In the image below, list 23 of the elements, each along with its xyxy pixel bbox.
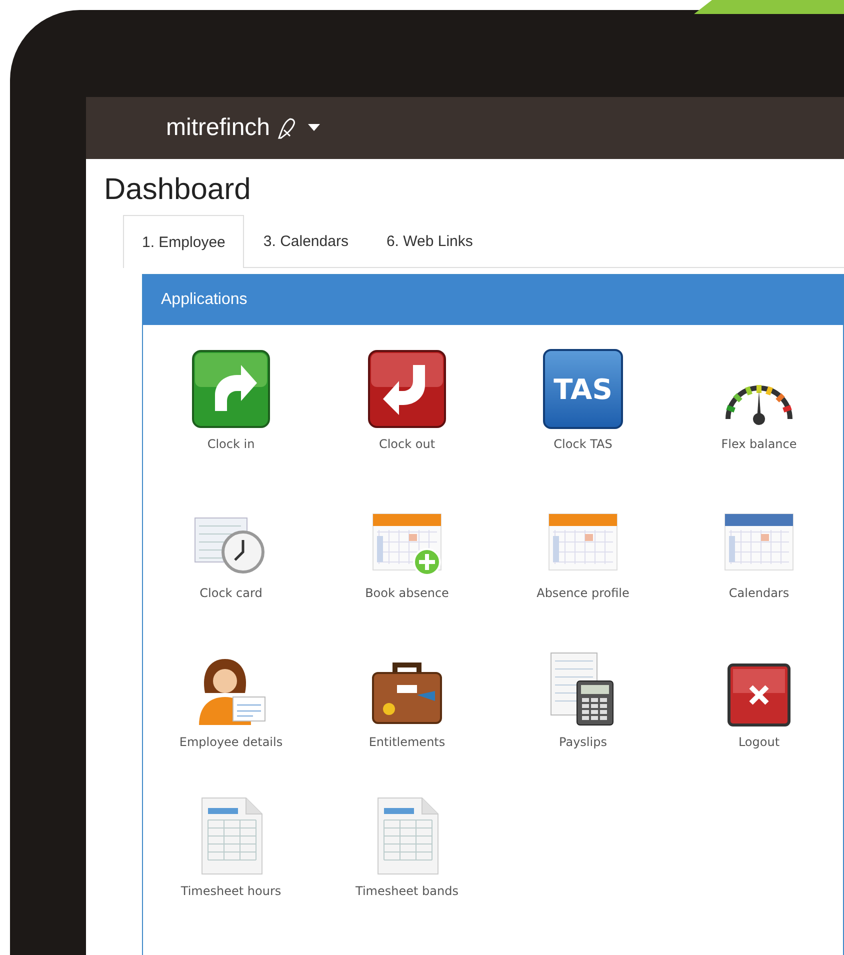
caret-icon[interactable] [308, 124, 320, 132]
brand-logo[interactable]: mitrefinch [166, 114, 270, 142]
app-tile[interactable]: Timesheet hours [143, 794, 319, 943]
app-tile[interactable]: Logout [671, 645, 844, 794]
app-tile[interactable]: Entitlements [319, 645, 495, 794]
app-tile[interactable]: Calendars [671, 496, 844, 645]
app-tile[interactable]: Clock in [143, 347, 319, 496]
tab[interactable]: 3. Calendars [244, 215, 368, 267]
page-title: Dashboard [103, 172, 252, 207]
app-tile[interactable]: Clock card [143, 496, 319, 645]
tab[interactable]: 1. Employee [123, 215, 244, 268]
tas-icon: TAS [543, 349, 623, 429]
app-tile[interactable]: Flex balance [671, 347, 844, 496]
close-icon [727, 663, 791, 727]
app-tile[interactable]: Absence profile [495, 496, 671, 645]
app-tile[interactable]: Clock out [319, 347, 495, 496]
app-tile[interactable]: Timesheet bands [319, 794, 495, 943]
app-tile[interactable]: TAS Clock TAS [495, 347, 671, 496]
panel-title: Applications [161, 291, 248, 309]
tab[interactable]: 6. Web Links [367, 215, 492, 267]
app-tile[interactable]: Payslips [495, 645, 671, 794]
app-tile[interactable]: Employee details [143, 645, 319, 794]
app-tile[interactable]: Book absence [319, 496, 495, 645]
